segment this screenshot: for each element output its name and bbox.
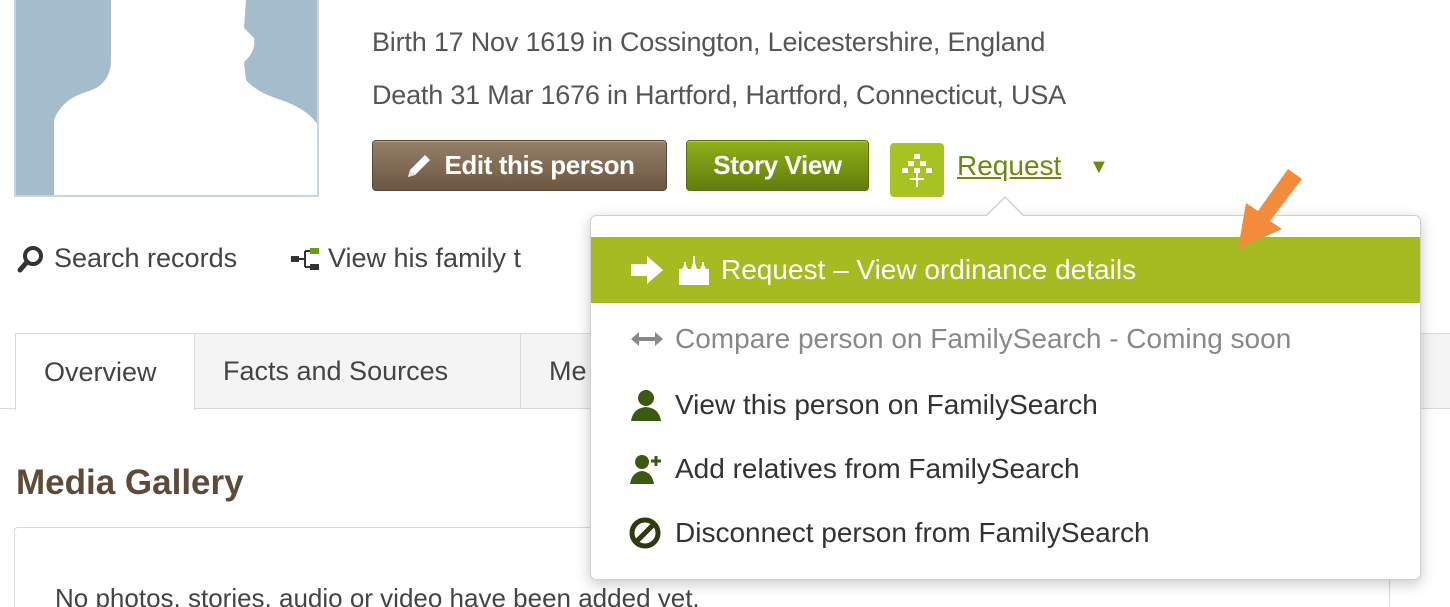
tab-facts-and-sources[interactable]: Facts and Sources [194,333,521,409]
story-view-label: Story View [713,150,842,180]
callout-arrow-icon [1226,165,1306,260]
family-tree-icon [291,247,319,270]
person-icon [629,388,669,422]
birth-fact: Birth 17 Nov 1619 in Cossington, Leicest… [372,27,1046,57]
arrow-right-icon [629,253,715,287]
edit-person-label: Edit this person [444,150,635,180]
menu-item-view-on-familysearch[interactable]: View this person on FamilySearch [591,372,1420,438]
menu-item-add-relatives[interactable]: Add relatives from FamilySearch [591,436,1420,502]
menu-item-label: View this person on FamilySearch [675,389,1098,420]
chevron-down-icon[interactable]: ▼ [1089,156,1109,179]
menu-item-compare-person: Compare person on FamilySearch - Coming … [591,306,1420,372]
search-icon [17,245,43,272]
profile-photo-placeholder[interactable] [14,0,319,197]
familysearch-tree-icon [890,143,944,197]
view-family-tree-label: View his family t [328,243,522,273]
view-family-tree-link[interactable]: View his family t [290,243,521,274]
request-menu-link[interactable]: Request [957,150,1061,182]
silhouette-icon [16,0,317,195]
story-view-button[interactable]: Story View [686,140,869,191]
dropdown-pointer-fill [987,198,1023,216]
tab-facts-label: Facts and Sources [223,356,449,386]
media-gallery-heading: Media Gallery [16,463,244,502]
pencil-icon [408,154,431,177]
temple-icon [679,256,709,285]
person-page: Birth 17 Nov 1619 in Cossington, Leicest… [0,0,1450,607]
menu-item-disconnect[interactable]: Disconnect person from FamilySearch [591,500,1420,566]
menu-item-label: Add relatives from FamilySearch [675,453,1080,484]
no-entry-icon [629,517,669,549]
media-empty-message: No photos, stories, audio or video have … [55,583,700,607]
tab-overview-label: Overview [44,356,157,387]
death-fact: Death 31 Mar 1676 in Hartford, Hartford,… [372,80,1066,110]
menu-item-label: Request – View ordinance details [721,254,1137,285]
request-dropdown-menu: Request – View ordinance details Compare… [590,215,1421,580]
tab-overview[interactable]: Overview [15,333,195,410]
menu-item-label: Disconnect person from FamilySearch [675,517,1150,548]
add-person-icon [629,453,669,485]
menu-item-label: Compare person on FamilySearch - Coming … [675,323,1292,354]
tab-media-label: Me [549,356,587,386]
search-records-label: Search records [54,243,238,273]
double-arrow-icon [629,329,669,349]
search-records-link[interactable]: Search records [16,243,237,274]
edit-person-button[interactable]: Edit this person [372,140,667,191]
